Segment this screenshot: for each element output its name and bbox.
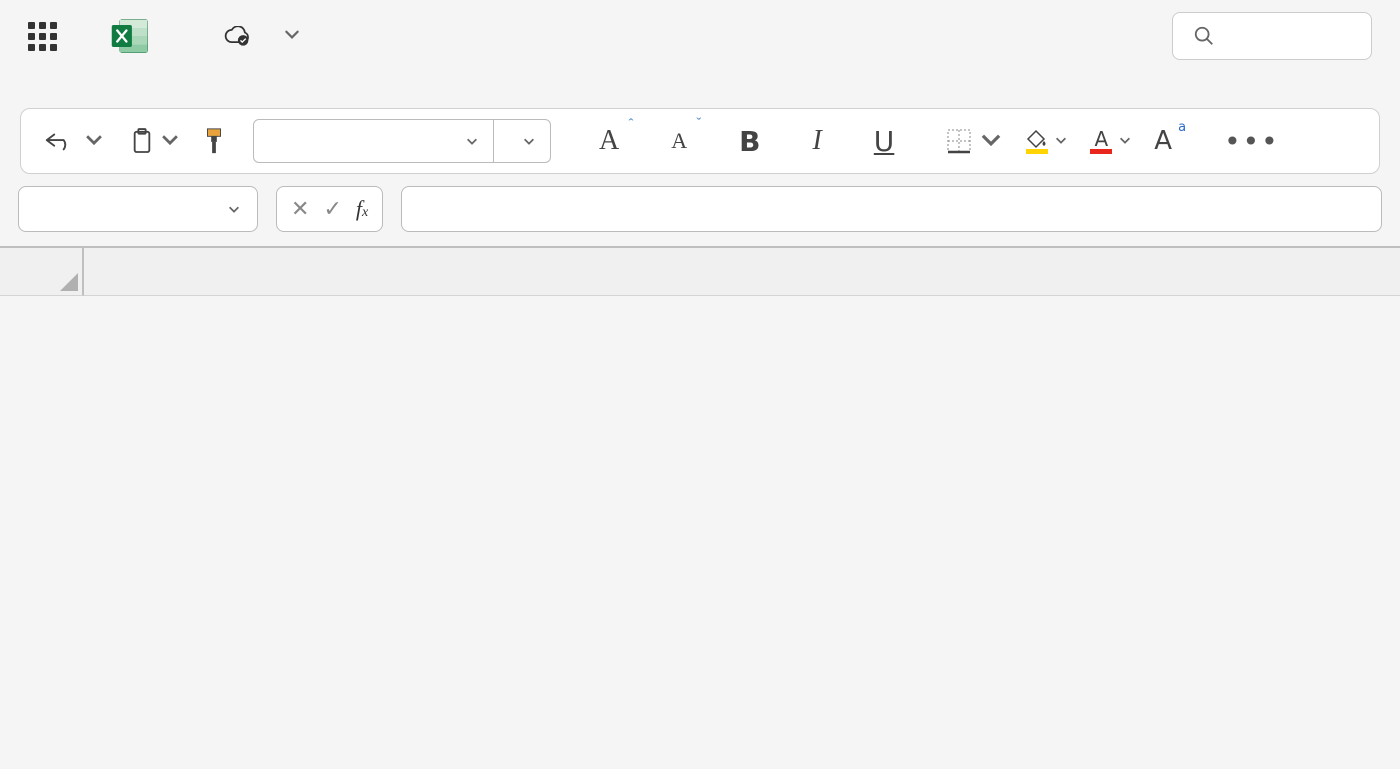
cancel-formula-icon[interactable]: ✕ [291,197,309,222]
chevron-down-icon[interactable] [159,126,181,156]
borders-button[interactable] [942,122,1008,160]
ribbon-tabs [0,72,1400,90]
chevron-down-icon [227,197,241,222]
font-color-button[interactable]: A [1086,125,1136,158]
chevron-down-icon [522,129,536,154]
font-selector [253,119,551,163]
font-name-dropdown[interactable] [254,120,494,162]
text-format-button[interactable]: A [1150,122,1176,160]
format-painter-button[interactable] [199,123,229,159]
fx-icon[interactable]: fx [356,196,368,222]
chevron-down-icon[interactable] [1054,132,1068,151]
underline-button[interactable]: U [870,121,899,162]
app-launcher-icon[interactable] [28,22,57,51]
search-icon [1193,25,1215,47]
ribbon-toolbar: Aˆ Aˇ B I U A A ••• [20,108,1380,174]
formula-row: ✕ ✓ fx [0,174,1400,232]
title-bar [0,0,1400,72]
select-all-corner[interactable] [0,248,84,296]
more-options-button[interactable]: ••• [1220,121,1284,162]
spreadsheet [0,246,1400,296]
title-dropdown-icon[interactable] [283,25,301,47]
undo-button[interactable] [39,124,113,158]
formula-controls: ✕ ✓ fx [276,186,383,232]
search-input[interactable] [1172,12,1372,60]
font-size-dropdown[interactable] [494,120,550,162]
accept-formula-icon[interactable]: ✓ [323,197,341,222]
column-headers [84,248,1400,296]
name-box[interactable] [18,186,258,232]
formula-bar[interactable] [401,186,1382,232]
chevron-down-icon [465,129,479,154]
excel-icon [109,14,153,58]
chevron-down-icon[interactable] [978,126,1004,156]
italic-button[interactable]: I [808,121,825,161]
paste-button[interactable] [127,122,185,160]
cloud-saved-icon [223,26,251,46]
fill-color-button[interactable] [1022,125,1072,158]
chevron-down-icon[interactable] [79,128,109,154]
grow-font-button[interactable]: Aˆ [595,121,623,161]
bold-button[interactable]: B [735,121,764,162]
shrink-font-button[interactable]: Aˇ [667,124,691,158]
chevron-down-icon[interactable] [1118,132,1132,151]
